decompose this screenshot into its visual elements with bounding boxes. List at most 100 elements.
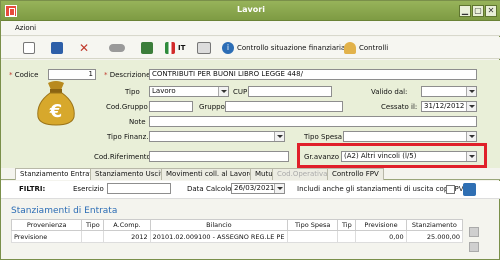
data-calcolo-value: 26/03/2021 — [234, 184, 275, 192]
tab-stanziamento-entrata[interactable]: Stanziamento Entrata — [15, 168, 102, 180]
tipo-value: Lavoro — [152, 87, 176, 95]
tab-cod-operativa[interactable]: Cod.Operativa — [272, 168, 333, 180]
title-bar[interactable]: Lavori ▁ ▢ ✕ — [1, 1, 500, 21]
link-icon — [109, 44, 125, 52]
col-a-comp[interactable]: A.Comp. — [103, 219, 151, 231]
codice-label: * Codice — [9, 71, 39, 79]
new-document-icon — [23, 42, 35, 54]
print-button[interactable] — [197, 41, 211, 55]
col-bilancio[interactable]: Bilancio — [149, 219, 289, 231]
menu-azioni[interactable]: Azioni — [15, 24, 36, 32]
filters-bar: FILTRI: Esercizio Data Calcolo 26/03/202… — [1, 181, 500, 199]
highlight-box — [297, 143, 487, 168]
includi-checkbox[interactable] — [446, 185, 455, 194]
shield-icon — [141, 42, 153, 54]
cessato-il-field[interactable]: 31/12/2012 — [421, 101, 477, 112]
cod-gruppo-field[interactable] — [149, 101, 193, 112]
includi-label: Includi anche gli stanziamenti di uscita… — [297, 185, 464, 193]
col-provenienza[interactable]: Provenienza — [10, 219, 83, 231]
cessato-il-label: Cessato il: — [381, 103, 418, 111]
person-icon — [344, 42, 356, 54]
delete-x-icon: ✕ — [79, 41, 90, 55]
cell-provenienza: Previsione — [10, 230, 83, 243]
esercizio-label: Esercizio — [73, 185, 104, 193]
controlli-button[interactable]: Controlli — [344, 41, 388, 55]
tipo-spesa-dropdown[interactable] — [343, 131, 477, 142]
table-header-row: Provenienza Tipo A.Comp. Bilancio Tipo S… — [10, 219, 464, 231]
it-label: IT — [178, 44, 186, 52]
svg-text:€: € — [49, 101, 63, 122]
filtri-label: FILTRI: — [19, 185, 46, 193]
refresh-icon[interactable] — [463, 183, 476, 196]
col-stanziamento[interactable]: Stanziamento — [405, 219, 464, 231]
toolbar: ✕ IT i Controllo situazione finanziaria…… — [1, 37, 500, 59]
cessato-il-value: 31/12/2012 — [424, 102, 465, 110]
gruppo-field[interactable] — [225, 101, 343, 112]
gruppo-label: Gruppo — [199, 103, 225, 111]
valido-dal-field[interactable] — [421, 86, 477, 97]
cod-gruppo-label: Cod.Gruppo — [106, 103, 148, 111]
chevron-down-icon — [466, 87, 476, 96]
table-row[interactable]: Previsione 2012 20101.02.009100 - ASSEGN… — [10, 230, 464, 243]
tipo-finanz-dropdown[interactable] — [149, 131, 285, 142]
col-previsione[interactable]: Previsione — [355, 219, 407, 231]
maximize-button[interactable]: ▢ — [472, 5, 484, 17]
note-field[interactable] — [149, 116, 477, 127]
new-row-icon[interactable] — [469, 227, 479, 237]
cod-riferimento-label: Cod.Riferimento — [94, 153, 151, 161]
esercizio-field[interactable] — [107, 183, 171, 194]
descrizione-label: * Descrizione — [104, 71, 151, 79]
cell-stanziamento: 25.000,00 — [405, 230, 464, 243]
cell-tipo-spesa — [287, 230, 339, 243]
tab-movimenti-coll[interactable]: Movimenti coll. al Lavoro — [161, 168, 259, 180]
printer-icon — [197, 42, 211, 54]
cod-riferimento-field[interactable] — [149, 151, 289, 162]
controllo-situazione-label: Controllo situazione finanziaria… — [237, 44, 353, 52]
tab-stanziamento-uscita[interactable]: Stanziamento Uscita — [90, 168, 173, 180]
data-calcolo-label: Data Calcolo — [187, 185, 232, 193]
note-label: Note — [129, 118, 146, 126]
link-button[interactable] — [109, 41, 125, 55]
tipo-spesa-label: Tipo Spesa — [304, 133, 343, 141]
cup-label: CUP — [233, 88, 248, 96]
descrizione-field[interactable]: CONTRIBUTI PER BUONI LIBRO LEGGE 448/ — [149, 69, 477, 80]
new-button[interactable] — [23, 41, 35, 55]
section-title: Stanziamenti di Entrata — [11, 206, 118, 216]
chevron-down-icon — [466, 102, 476, 111]
delete-button[interactable]: ✕ — [79, 41, 89, 55]
menu-bar: Azioni — [1, 21, 500, 36]
data-calcolo-field[interactable]: 26/03/2021 — [231, 183, 285, 194]
tipo-finanz-label: Tipo Finanz. — [107, 133, 149, 141]
controllo-situazione-button[interactable]: i Controllo situazione finanziaria… — [222, 41, 352, 55]
save-disk-icon — [51, 42, 63, 54]
info-icon: i — [222, 42, 234, 54]
tipo-label: Tipo — [125, 88, 140, 96]
col-tip[interactable]: Tip — [337, 219, 357, 231]
window-title: Lavori — [237, 5, 265, 14]
chevron-down-icon — [466, 132, 476, 141]
valido-dal-label: Valido dal: — [371, 88, 408, 96]
col-tipo-spesa[interactable]: Tipo Spesa — [287, 219, 339, 231]
tab-controllo-fpv[interactable]: Controllo FPV — [327, 168, 384, 180]
cup-field[interactable] — [248, 86, 332, 97]
tipo-dropdown[interactable]: Lavoro — [149, 86, 229, 97]
chevron-down-icon — [274, 184, 284, 193]
close-button[interactable]: ✕ — [485, 5, 497, 17]
controlli-label: Controlli — [359, 44, 389, 52]
col-tipo[interactable]: Tipo — [81, 219, 105, 231]
it-button[interactable]: IT — [165, 41, 185, 55]
cell-tip — [337, 230, 357, 243]
delete-row-icon[interactable] — [469, 242, 479, 252]
shield-button[interactable] — [141, 41, 153, 55]
flag-it-icon — [165, 42, 175, 54]
cell-tipo — [81, 230, 105, 243]
minimize-button[interactable]: ▁ — [459, 5, 471, 17]
window: Lavori ▁ ▢ ✕ Azioni ✕ IT i Controllo sit… — [0, 0, 500, 260]
money-bag-icon: € — [37, 81, 75, 126]
cell-bilancio: 20101.02.009100 - ASSEGNO REG.LE PE — [149, 230, 289, 243]
chevron-down-icon — [274, 132, 284, 141]
chevron-down-icon — [218, 87, 228, 96]
cell-previsione: 0,00 — [355, 230, 407, 243]
tab-bar: Stanziamento Entrata Stanziamento Uscita… — [1, 168, 500, 180]
save-button[interactable] — [51, 41, 63, 55]
